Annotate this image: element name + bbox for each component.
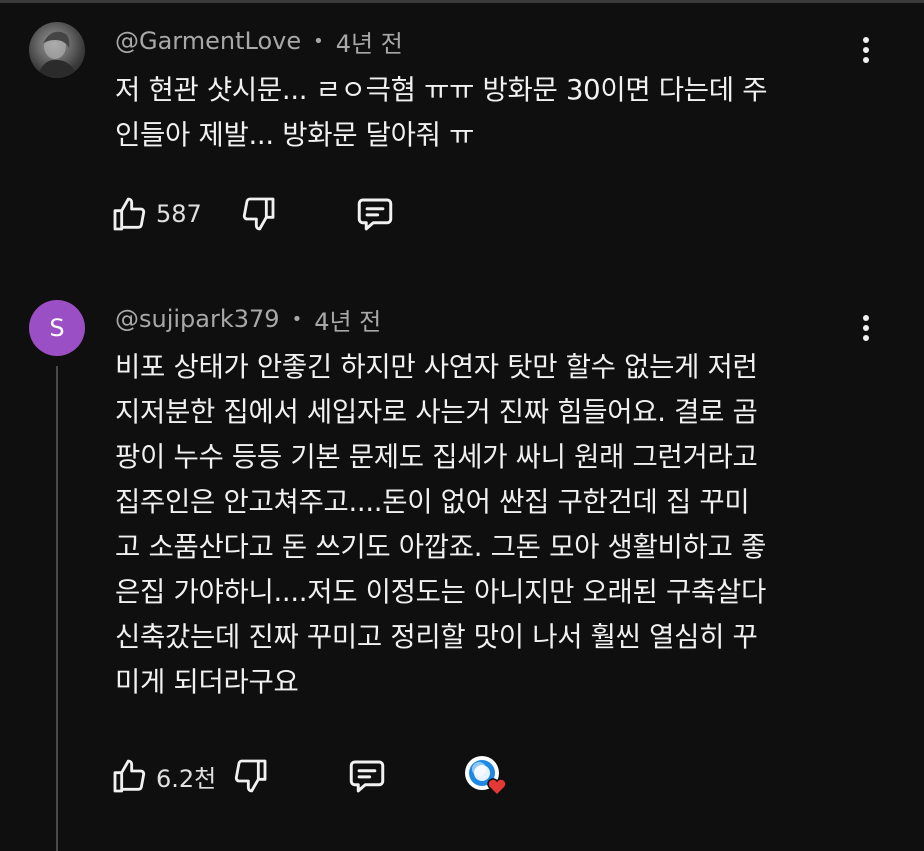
thumbs-up-icon (113, 759, 146, 793)
comment-timestamp[interactable]: 4년 전 (314, 302, 381, 337)
thumbs-down-icon (242, 197, 275, 231)
avatar-letter: S (49, 314, 65, 342)
reply-comment-icon (357, 198, 393, 231)
like-count: 587 (156, 200, 202, 228)
reply-button[interactable] (354, 193, 396, 235)
comment-text: 비포 상태가 안좋긴 하지만 사연자 탓만 할수 없는게 저런 지저분한 집에서… (115, 351, 766, 698)
thread-line (56, 366, 58, 851)
comment-author[interactable]: @GarmentLove (115, 27, 301, 55)
thumbs-down-icon (235, 759, 267, 793)
like-button[interactable]: 6.2천 (110, 756, 216, 796)
comment-header: @GarmentLove • 4년 전 (115, 23, 403, 59)
like-count: 6.2천 (156, 764, 217, 793)
comment-actions: 587 (110, 189, 396, 239)
more-vertical-icon (863, 315, 869, 321)
comment-actions: 6.2천 (110, 751, 512, 801)
creator-heart-badge[interactable] (462, 751, 512, 801)
separator-dot: • (313, 30, 324, 52)
reply-button[interactable] (346, 755, 388, 797)
comment-item: S @sujipark379 • 4년 전 비포 상태가 안좋긴 하지만 사연자… (0, 270, 924, 851)
avatar[interactable] (29, 22, 85, 78)
comment-timestamp[interactable]: 4년 전 (336, 24, 403, 59)
comment-item: @GarmentLove • 4년 전 저 현관 샷시문... ㄹㅇ극혐 ㅠㅠ … (0, 0, 924, 270)
more-vertical-icon (863, 37, 869, 43)
like-button[interactable]: 587 (110, 194, 202, 234)
comment-text: 저 현관 샷시문... ㄹㅇ극혐 ㅠㅠ 방화문 30이면 다는데 주 인들아 제… (115, 74, 768, 151)
dislike-button[interactable] (230, 756, 270, 796)
user-photo-avatar-icon (37, 31, 79, 78)
comment-header: @sujipark379 • 4년 전 (115, 301, 381, 337)
more-options-button[interactable] (856, 310, 876, 346)
thumbs-up-icon (113, 197, 146, 231)
dislike-button[interactable] (238, 194, 278, 234)
creator-heart-icon (465, 756, 507, 797)
comment-author[interactable]: @sujipark379 (115, 305, 280, 333)
reply-comment-icon (350, 760, 385, 793)
separator-dot: • (291, 308, 303, 330)
more-options-button[interactable] (856, 32, 876, 68)
avatar[interactable]: S (29, 300, 85, 356)
